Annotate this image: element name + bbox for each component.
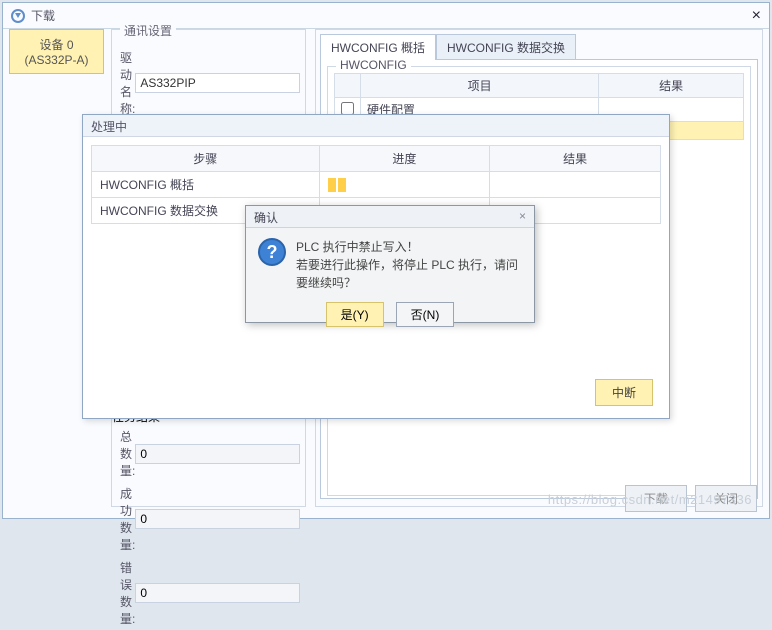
confirm-line1: PLC 执行中禁止写入！ — [296, 238, 522, 256]
task-results-panel: 任务结果 总数量: 成功数量: 错误数量: — [111, 407, 306, 507]
total-output — [135, 444, 300, 464]
tab-summary[interactable]: HWCONFIG 概括 — [320, 34, 436, 60]
window-title: 下载 — [31, 7, 55, 24]
device-item[interactable]: 设备 0 (AS332P-A) — [9, 29, 104, 74]
no-button[interactable]: 否(N) — [396, 302, 455, 327]
device-sidebar: 设备 0 (AS332P-A) — [9, 29, 104, 74]
col-result: 结果 — [490, 146, 661, 172]
total-label: 总数量: — [120, 428, 135, 479]
question-icon: ? — [258, 238, 286, 266]
group-title: HWCONFIG — [336, 58, 411, 72]
confirm-title: 确认 — [254, 209, 278, 224]
download-icon — [11, 9, 25, 23]
ok-label: 成功数量: — [120, 485, 135, 553]
err-output — [135, 583, 300, 603]
proc-progress1 — [319, 172, 490, 198]
abort-button[interactable]: 中断 — [595, 379, 653, 406]
yes-button[interactable]: 是(Y) — [326, 302, 384, 327]
confirm-body: ? PLC 执行中禁止写入！ 若要进行此操作，将停止 PLC 执行，请问要继续吗… — [246, 228, 534, 298]
col-item: 项目 — [361, 74, 599, 98]
col-check — [335, 74, 361, 98]
proc-row: HWCONFIG 概括 — [92, 172, 661, 198]
col-step: 步骤 — [92, 146, 320, 172]
err-label: 错误数量: — [120, 559, 135, 627]
col-progress: 进度 — [319, 146, 490, 172]
confirm-titlebar[interactable]: 确认 × — [246, 206, 534, 228]
driver-input[interactable] — [135, 73, 300, 93]
proc-result1 — [490, 172, 661, 198]
proc-step1: HWCONFIG 概括 — [92, 172, 320, 198]
close-icon[interactable]: × — [752, 7, 761, 25]
confirm-message: PLC 执行中禁止写入！ 若要进行此操作，将停止 PLC 执行，请问要继续吗？ — [296, 238, 522, 292]
close-button[interactable]: 关闭 — [695, 485, 757, 512]
confirm-close-icon[interactable]: × — [519, 209, 526, 224]
titlebar[interactable]: 下载 × — [3, 3, 769, 29]
footer-buttons: 下载 关闭 — [625, 485, 757, 512]
processing-title[interactable]: 处理中 — [83, 115, 669, 137]
ok-output — [135, 509, 300, 529]
confirm-line2: 若要进行此操作，将停止 PLC 执行，请问要继续吗？ — [296, 256, 522, 292]
comm-title: 通讯设置 — [120, 22, 176, 39]
tab-bar: HWCONFIG 概括 HWCONFIG 数据交换 — [320, 34, 758, 60]
row-checkbox[interactable] — [341, 102, 354, 115]
tab-exchange[interactable]: HWCONFIG 数据交换 — [436, 34, 576, 60]
col-result: 结果 — [599, 74, 744, 98]
confirm-buttons: 是(Y) 否(N) — [246, 298, 534, 335]
confirm-dialog: 确认 × ? PLC 执行中禁止写入！ 若要进行此操作，将停止 PLC 执行，请… — [245, 205, 535, 323]
download-button[interactable]: 下载 — [625, 485, 687, 512]
driver-label: 驱动名称: — [120, 49, 135, 117]
